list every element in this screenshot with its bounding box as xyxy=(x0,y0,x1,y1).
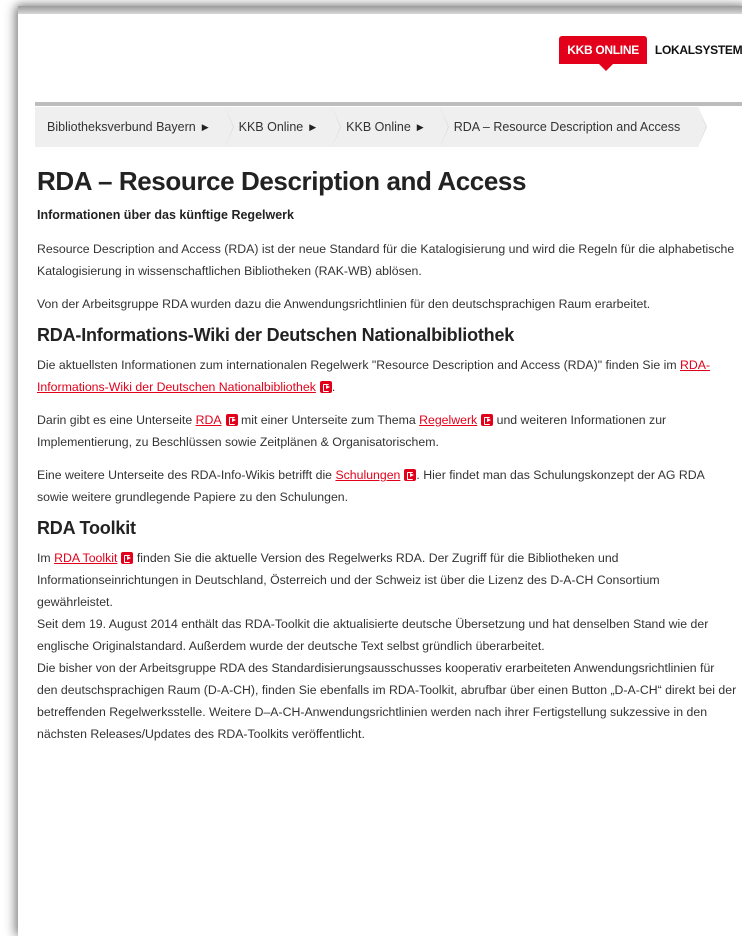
main-content: RDA – Resource Description and Access In… xyxy=(37,166,737,745)
external-link-icon xyxy=(404,469,417,481)
link-rda[interactable]: RDA xyxy=(196,413,222,427)
text: Die aktuellsten Informationen zum intern… xyxy=(37,358,681,372)
external-link-icon xyxy=(225,414,238,426)
external-link-icon xyxy=(481,414,494,426)
intro-paragraph-1: Resource Description and Access (RDA) is… xyxy=(37,242,735,278)
external-link-icon xyxy=(319,381,332,393)
toolkit-heading: RDA Toolkit xyxy=(37,518,136,538)
text: Eine weitere Unterseite des RDA-Info-Wik… xyxy=(37,468,336,482)
text: . xyxy=(331,380,336,394)
breadcrumb: Bibliotheksverbund Bayern ▶ KKB Online ▶… xyxy=(35,107,707,147)
breadcrumb-item-bibliotheksverbund[interactable]: Bibliotheksverbund Bayern ▶ xyxy=(35,107,234,147)
top-shadow xyxy=(18,6,742,14)
external-link-icon xyxy=(121,552,134,564)
main-navigation: KKB ONLINE LOKALSYSTEME xyxy=(559,36,742,71)
breadcrumb-label: KKB Online xyxy=(238,120,304,134)
breadcrumb-item-current: RDA – Resource Description and Access xyxy=(439,107,707,147)
breadcrumb-label: KKB Online xyxy=(346,120,411,134)
toolkit-paragraph-3: Die bisher von der Arbeitsgruppe RDA des… xyxy=(37,661,737,741)
text: Darin gibt es eine Unterseite xyxy=(37,413,196,427)
text: Im xyxy=(37,551,55,565)
intro-paragraph-2: Von der Arbeitsgruppe RDA wurden dazu di… xyxy=(37,297,651,311)
breadcrumb-label: RDA – Resource Description and Access xyxy=(453,120,681,134)
toolkit-paragraph-2: Seit dem 19. August 2014 enthält das RDA… xyxy=(37,617,709,653)
breadcrumb-label: Bibliotheksverbund Bayern xyxy=(47,120,196,134)
breadcrumb-item-kkb-online[interactable]: KKB Online ▶ xyxy=(224,107,341,147)
breadcrumb-item-kkb-online-2[interactable]: KKB Online ▶ xyxy=(332,107,449,147)
wiki-paragraph-1: Die aktuellsten Informationen zum intern… xyxy=(37,354,737,398)
link-schulungen[interactable]: Schulungen xyxy=(335,468,400,482)
toolkit-paragraph-1: Im RDA Toolkit finden Sie die aktuelle V… xyxy=(37,547,737,613)
link-regelwerk[interactable]: Regelwerk xyxy=(419,413,477,427)
nav-lokalsysteme[interactable]: LOKALSYSTEME xyxy=(647,36,742,64)
header-divider xyxy=(35,102,742,106)
page-title: RDA – Resource Description and Access xyxy=(37,166,527,196)
text: mit einer Unterseite zum Thema xyxy=(237,413,420,427)
triangle-right-icon: ▶ xyxy=(416,121,424,132)
nav-kkb-online[interactable]: KKB ONLINE xyxy=(559,36,647,71)
wiki-paragraph-3: Eine weitere Unterseite des RDA-Info-Wik… xyxy=(37,464,737,508)
wiki-paragraph-2: Darin gibt es eine Unterseite RDA mit ei… xyxy=(37,409,737,453)
link-rda-toolkit[interactable]: RDA Toolkit xyxy=(54,551,117,565)
page-frame: KKB ONLINE LOKALSYSTEME Bibliotheksverbu… xyxy=(18,6,742,936)
page-subtitle: Informationen über das künftige Regelwer… xyxy=(37,208,294,222)
wiki-heading: RDA-Informations-Wiki der Deutschen Nati… xyxy=(37,325,515,345)
triangle-right-icon: ▶ xyxy=(309,121,317,132)
triangle-right-icon: ▶ xyxy=(201,121,209,132)
